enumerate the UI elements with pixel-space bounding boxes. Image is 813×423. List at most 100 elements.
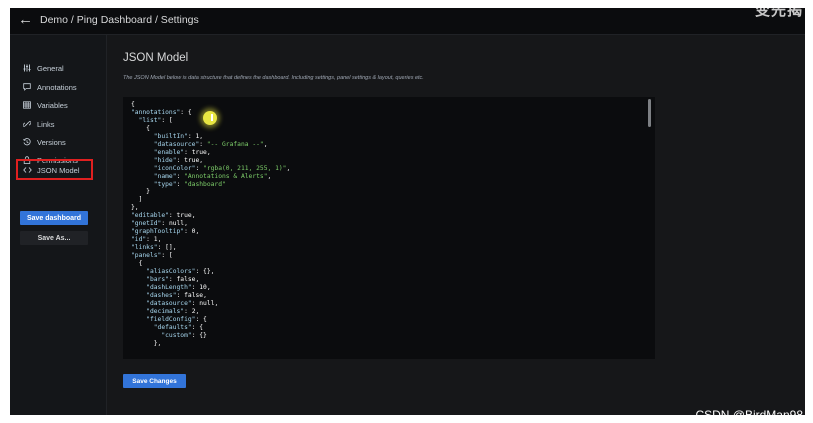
code-punct: },: [131, 204, 139, 212]
code-line: "builtIn": 1,: [131, 133, 203, 140]
table-icon: [22, 101, 32, 109]
json-editor[interactable]: { "annotations": { "list": [ { "builtIn"…: [123, 97, 655, 359]
code-punct: {: [131, 101, 135, 108]
sidebar-item-label: Variables: [37, 100, 68, 110]
sidebar-item-versions[interactable]: Versions: [22, 134, 66, 150]
json-value: false: [176, 275, 196, 283]
code-line: "iconColor": "rgba(0, 211, 255, 1)",: [131, 164, 291, 172]
code-line: ]: [131, 196, 143, 203]
app-window: ← Demo / Ping Dashboard / Settings 变先揭 G…: [10, 8, 805, 415]
code-punct: ,: [199, 156, 204, 164]
json-key: "graphTooltip": [131, 228, 185, 236]
code-line: {: [131, 260, 143, 267]
json-value: null: [199, 299, 215, 307]
json-key: "bars": [146, 275, 169, 283]
code-line: },: [131, 204, 139, 211]
code-punct: :: [146, 236, 154, 244]
code-line: "name": "Annotations & Alerts",: [131, 172, 272, 180]
code-punct: }: [146, 188, 150, 196]
code-line: "graphTooltip": 0,: [131, 228, 199, 235]
code-punct: :: [161, 220, 169, 228]
code-line: "id": 1,: [131, 236, 161, 243]
code-punct: ,: [195, 307, 200, 315]
code-punct: :: [168, 212, 177, 220]
code-line: "enable": true,: [131, 149, 211, 156]
comment-icon: [22, 83, 32, 91]
code-line: "dashes": false,: [131, 292, 207, 299]
code-line: "decimals": 2,: [131, 308, 199, 315]
sidebar-item-links[interactable]: Links: [22, 116, 55, 132]
code-line: "datasource": null,: [131, 300, 218, 307]
code-punct: : {: [180, 108, 192, 116]
save-changes-button[interactable]: Save Changes: [123, 374, 186, 388]
sidebar-item-annotations[interactable]: Annotations: [22, 79, 77, 95]
history-icon: [22, 138, 32, 146]
code-punct: ,: [195, 228, 200, 236]
mouse-cursor-highlight: [203, 111, 217, 125]
json-key: "panels": [131, 252, 162, 260]
code-punct: ,: [206, 283, 211, 291]
json-key: "custom": [161, 331, 192, 339]
json-string: "Annotations & Alerts": [184, 172, 268, 180]
arrow-left-icon[interactable]: ←: [18, 11, 33, 29]
code-punct: ,: [191, 212, 196, 220]
json-key: "id": [131, 236, 147, 244]
code-punct: :: [199, 140, 207, 148]
json-string: "dashboard": [184, 180, 226, 188]
code-punct: :: [184, 228, 192, 236]
code-line: {: [131, 125, 150, 132]
json-key: "aliasColors": [146, 268, 196, 276]
code-punct: : [],: [157, 244, 177, 252]
top-bar: ← Demo / Ping Dashboard / Settings 变先揭: [10, 8, 805, 35]
sidebar-item-variables[interactable]: Variables: [22, 97, 68, 113]
code-line: "gnetId": null,: [131, 220, 188, 227]
code-line: "annotations": {: [131, 109, 192, 116]
json-value: true: [184, 156, 200, 164]
json-key: "builtIn": [153, 132, 188, 140]
json-value: false: [184, 291, 204, 299]
code-line: },: [131, 340, 162, 347]
code-punct: :: [195, 164, 204, 172]
sidebar-item-general[interactable]: General: [22, 60, 64, 76]
code-punct: : [: [161, 116, 173, 124]
json-key: "enable": [153, 148, 185, 156]
watermark: CSDN @BirdMan98: [695, 408, 803, 422]
json-key: "datasource": [146, 299, 192, 307]
sliders-icon: [22, 64, 32, 72]
code-punct: ,: [263, 140, 268, 148]
code-punct: ,: [286, 164, 291, 172]
json-key: "decimals": [146, 307, 185, 315]
json-key: "hide": [153, 156, 177, 164]
code-punct: :: [184, 148, 192, 156]
page-title: JSON Model: [123, 52, 189, 64]
json-key: "dashes": [146, 291, 177, 299]
code-line: "bars": false,: [131, 276, 199, 283]
code-line: "datasource": "-- Grafana --",: [131, 141, 268, 148]
code-line: {: [131, 101, 135, 108]
json-value: null: [168, 220, 185, 228]
editor-scrollbar[interactable]: [648, 99, 651, 127]
text-cursor: [211, 114, 213, 121]
settings-sidebar: General Annotations Variables Links Vers…: [10, 35, 107, 415]
code-line: "fieldConfig": {: [131, 316, 207, 323]
active-item-highlight: [16, 159, 93, 180]
code-line: "type": "dashboard": [131, 181, 226, 188]
code-line: "defaults": {: [131, 324, 203, 331]
json-value: 10: [199, 283, 207, 291]
json-key: "annotations": [131, 108, 181, 116]
json-string: "-- Grafana --": [206, 140, 264, 148]
code-line: "hide": true,: [131, 157, 203, 164]
json-key: "dashLength": [146, 283, 192, 291]
json-key: "editable": [131, 212, 169, 220]
code-punct: :: [176, 156, 185, 164]
code-punct: ,: [199, 132, 204, 140]
json-key: "type": [153, 180, 177, 188]
json-key: "list": [138, 116, 162, 124]
code-punct: ,: [214, 299, 219, 307]
json-key: "iconColor": [153, 164, 196, 172]
save-dashboard-button[interactable]: Save dashboard: [20, 211, 88, 225]
code-punct: :: [184, 307, 192, 315]
save-as-button[interactable]: Save As...: [20, 231, 88, 245]
code-punct: ,: [157, 236, 162, 244]
json-code[interactable]: { "annotations": { "list": [ { "builtIn"…: [131, 101, 290, 348]
